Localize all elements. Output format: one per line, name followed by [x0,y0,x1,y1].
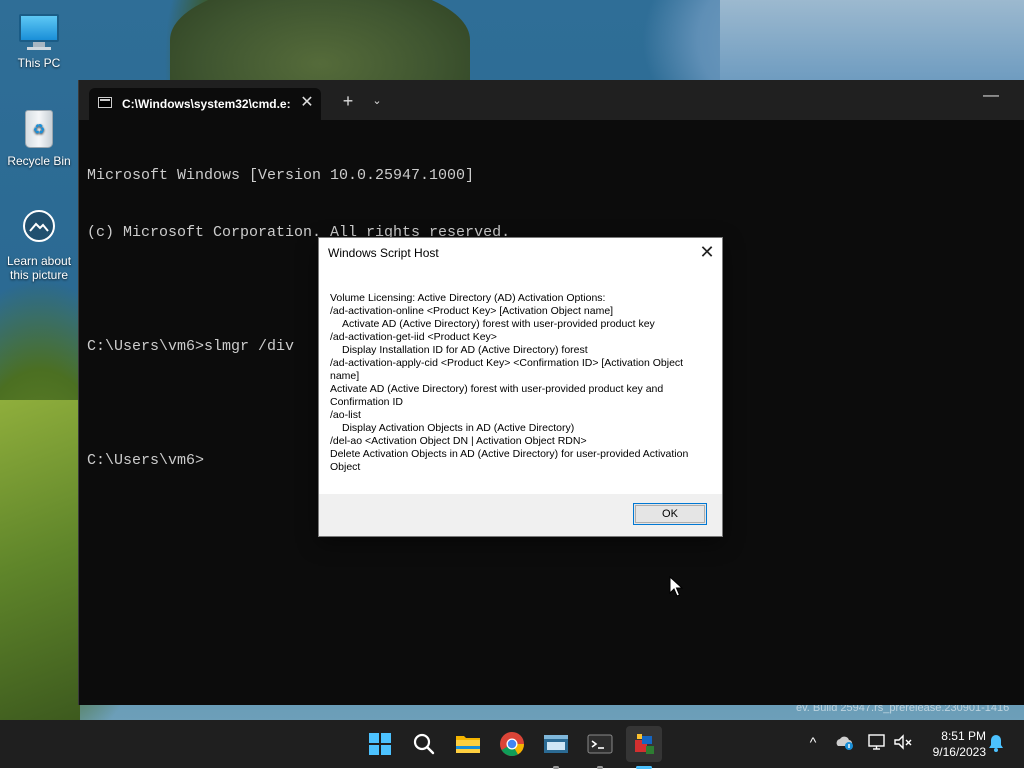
message-line: /ad-activation-online <Product Key> [Act… [330,305,614,317]
console-line: Microsoft Windows [Version 10.0.25947.10… [87,167,475,184]
tab-title: C:\Windows\system32\cmd.e: [122,97,290,111]
app-button[interactable] [538,726,574,769]
tray-chevron-icon[interactable]: ^ [804,734,822,750]
recycle-bin-label: Recycle Bin [7,154,71,168]
tab-cmd[interactable]: C:\Windows\system32\cmd.e: ✕ [89,88,321,120]
windows-logo-icon [369,733,391,755]
dialog-footer: OK [319,494,722,536]
clock[interactable]: 8:51 PM 9/16/2023 [916,728,986,760]
terminal-titlebar[interactable]: C:\Windows\system32\cmd.e: ✕ + ⌄ — [79,80,1024,120]
dialog-title: Windows Script Host [328,246,439,260]
message-line: Display Installation ID for AD (Active D… [342,344,588,356]
mouse-cursor-icon [669,575,684,603]
message-line: Display Activation Objects in AD (Active… [342,422,575,434]
chrome-icon [500,732,524,757]
search-icon [413,733,435,755]
ok-button[interactable]: OK [633,503,707,525]
learn-about-picture-label: Learn about this picture [6,254,72,282]
script-host-dialog[interactable]: Windows Script Host ✕ Volume Licensing: … [318,237,723,537]
dialog-message: Volume Licensing: Active Directory (AD) … [330,292,710,474]
message-line: /ad-activation-apply-cid <Product Key> <… [330,357,687,382]
search-button[interactable] [406,726,442,762]
tab-close-icon[interactable]: ✕ [297,93,317,113]
network-icon[interactable] [866,732,888,755]
message-line: Activate AD (Active Directory) forest wi… [330,383,667,408]
recycle-bin-icon: ♻ [17,110,61,150]
message-line: /ao-list [330,409,361,421]
terminal-button[interactable] [582,726,618,769]
message-line: /del-ao <Activation Object DN | Activati… [330,435,587,447]
message-line: /ad-activation-get-iid <Product Key> [330,331,497,343]
learn-about-picture-desktop-icon[interactable]: Learn about this picture [1,210,77,282]
file-explorer-button[interactable] [450,726,486,762]
this-pc-label: This PC [17,56,61,70]
folder-icon [456,736,480,753]
terminal-icon [587,734,613,754]
chevron-down-icon[interactable]: ⌄ [368,91,386,111]
volume-muted-icon[interactable] [892,732,914,755]
message-line: Volume Licensing: Active Directory (AD) … [330,292,606,304]
onedrive-icon[interactable] [834,732,856,755]
recycle-bin-desktop-icon[interactable]: ♻ Recycle Bin [1,110,77,168]
start-button[interactable] [362,726,398,762]
message-line: Activate AD (Active Directory) forest wi… [342,318,655,330]
taskbar: ^ 8:51 PM 9/16/2023 [0,720,1024,769]
app-window-icon [544,735,568,753]
chrome-button[interactable] [494,726,530,762]
notification-bell-icon[interactable] [987,733,1005,756]
clock-time: 8:51 PM [941,729,986,743]
close-icon[interactable]: ✕ [694,240,720,264]
camera-info-icon [17,210,61,250]
minimize-button[interactable]: — [979,86,1003,110]
monitor-icon [17,12,61,52]
script-host-icon [635,734,654,754]
clock-date: 9/16/2023 [932,745,986,759]
script-host-button[interactable] [626,726,662,769]
this-pc-desktop-icon[interactable]: This PC [1,12,77,70]
cmd-icon [98,97,112,108]
message-line: Delete Activation Objects in AD (Active … [330,448,692,473]
new-tab-button[interactable]: + [337,91,359,111]
